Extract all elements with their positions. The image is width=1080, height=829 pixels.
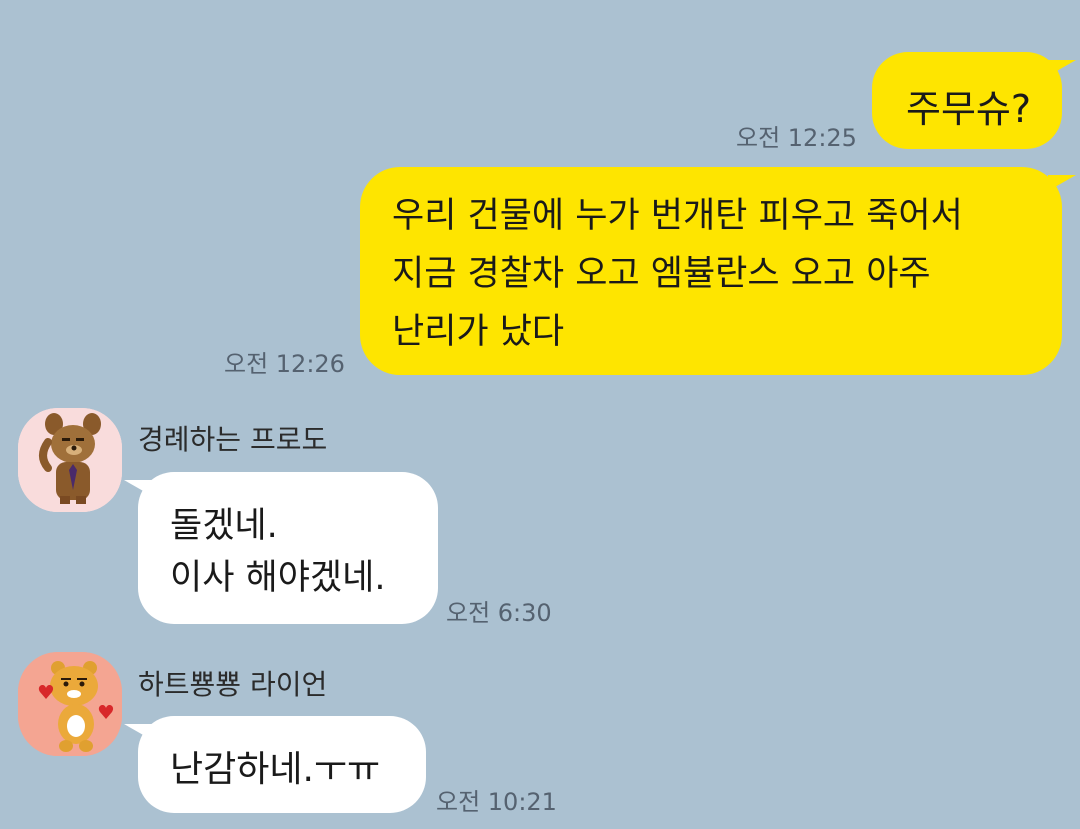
bubble-tail	[1048, 175, 1076, 191]
message-timestamp: 오전 6:30	[446, 599, 552, 627]
message-timestamp: 오전 12:26	[224, 350, 345, 378]
message-text: 우리 건물에 누가 번개탄 피우고 죽어서 지금 경찰차 오고 엠뷸란스 오고 …	[392, 196, 963, 352]
message-bubble-outgoing[interactable]: 주무슈?	[872, 52, 1076, 149]
bubble-tail	[124, 480, 152, 496]
message-bubble-incoming[interactable]: 돌겠네. 이사 해야겠네.	[124, 472, 438, 624]
sender-name: 하트뿅뿅 라이언	[138, 668, 328, 701]
avatar[interactable]	[18, 652, 122, 756]
message-text: 주무슈?	[906, 87, 1032, 131]
sender-name: 경례하는 프로도	[138, 423, 328, 456]
avatar[interactable]	[18, 408, 122, 512]
message-bubble-incoming[interactable]: 난감하네.ㅜㅠ	[124, 716, 426, 813]
message-timestamp: 오전 10:21	[436, 788, 557, 816]
bubble-tail	[124, 724, 152, 740]
message-bubble-outgoing[interactable]: 우리 건물에 누가 번개탄 피우고 죽어서 지금 경찰차 오고 엠뷸란스 오고 …	[360, 167, 1076, 375]
message-timestamp: 오전 12:25	[736, 124, 857, 152]
ryan-heart-icon	[18, 652, 122, 756]
frodo-salute-icon	[18, 408, 122, 512]
message-text: 돌겠네. 이사 해야겠네.	[170, 506, 386, 598]
bubble-tail	[1048, 60, 1076, 76]
message-text: 난감하네.ㅜㅠ	[170, 749, 381, 790]
